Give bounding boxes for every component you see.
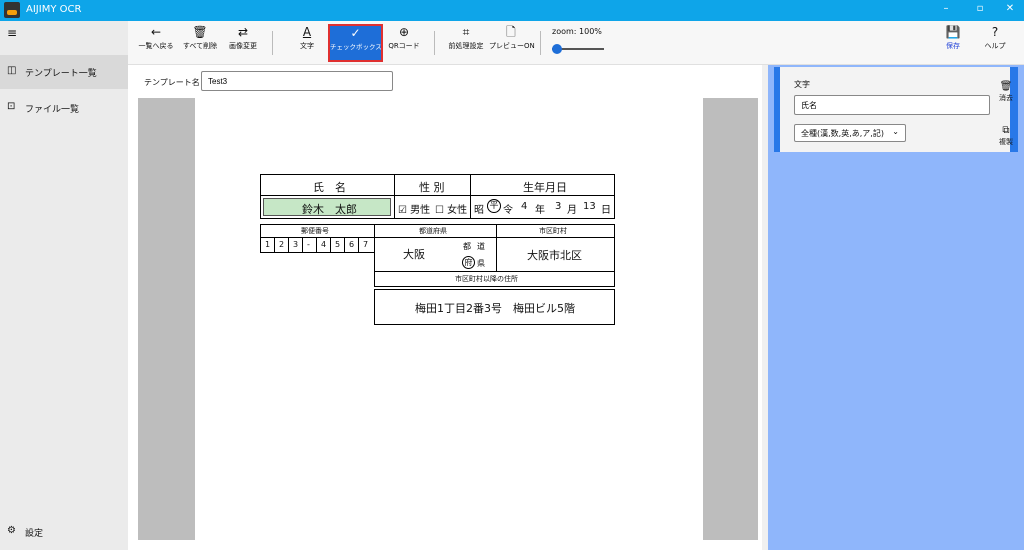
postal-digit: 4 xyxy=(316,237,331,253)
trash-icon: 🗑 xyxy=(192,25,208,39)
female-checkbox[interactable]: ☐ 女性 xyxy=(435,201,467,216)
birth-header-cell: 生年月日 xyxy=(470,174,615,196)
zoom-slider-thumb[interactable] xyxy=(552,44,562,54)
postal-digit: 1 xyxy=(260,237,275,253)
app-logo-icon xyxy=(4,2,20,18)
address-header-cell: 市区町村以降の住所 xyxy=(374,271,615,287)
hamburger-menu-icon[interactable]: ≡ xyxy=(7,27,19,39)
close-button[interactable]: ✕ xyxy=(1000,3,1020,17)
text-tool-button[interactable]: A 文字 xyxy=(292,25,322,61)
chevron-down-icon: ⌄ xyxy=(892,127,899,136)
name-field-highlight[interactable]: 鈴木 太郎 xyxy=(263,198,391,216)
save-button[interactable]: 💾 保存 xyxy=(940,25,966,61)
city-header-cell: 市区町村 xyxy=(496,224,615,238)
registration-form: 氏 名 性 別 生年月日 鈴木 太郎 ☑ 男性 ☐ 女性 昭 平 令 4 年 3 xyxy=(260,174,615,326)
postal-digit: 2 xyxy=(274,237,289,253)
field-properties-card: 文字 全種(漢,数,英,あ,ア,記) ⌄ 🗑 消去 ⧉ 複製 xyxy=(774,67,1018,152)
era-circle: 平 xyxy=(487,199,501,213)
city-value-cell: 大阪市北区 xyxy=(496,237,615,272)
sidebar-item-template-list[interactable]: ◫ テンプレート一覧 xyxy=(0,55,128,89)
document-canvas[interactable]: 氏 名 性 別 生年月日 鈴木 太郎 ☑ 男性 ☐ 女性 昭 平 令 4 年 3 xyxy=(138,98,758,540)
file-list-icon: ⊡ xyxy=(7,101,16,112)
copy-icon: ⧉ xyxy=(1002,125,1010,136)
address-value-cell: 梅田1丁目2番3号 梅田ビル5階 xyxy=(374,289,615,325)
field-name-input[interactable] xyxy=(794,95,990,115)
preview-toggle-button[interactable]: 🗋 プレビューON xyxy=(489,25,535,61)
restore-button[interactable]: ▫ xyxy=(970,3,990,17)
document-icon: 🗋 xyxy=(506,25,516,39)
sidebar-item-label: ファイル一覧 xyxy=(25,105,80,115)
globe-icon: ⊕ xyxy=(398,25,410,39)
toolbar-divider xyxy=(434,31,435,55)
help-button[interactable]: ? ヘルプ xyxy=(980,25,1010,61)
save-icon: 💾 xyxy=(945,25,961,39)
crop-icon: ⌗ xyxy=(462,25,470,39)
arrow-left-icon: ← xyxy=(150,25,162,39)
prefecture-header-cell: 都道府県 xyxy=(374,224,497,238)
gender-header-cell: 性 別 xyxy=(394,174,471,196)
template-list-icon: ◫ xyxy=(7,65,17,76)
sidebar-item-label: 設定 xyxy=(25,529,44,539)
editor-area: テンプレート名： 氏 名 性 別 生年月日 鈴木 太郎 ☑ 男性 ☐ 女性 昭 … xyxy=(128,65,762,550)
delete-all-button[interactable]: 🗑 すべて削除 xyxy=(181,25,219,61)
form-page: 氏 名 性 別 生年月日 鈴木 太郎 ☑ 男性 ☐ 女性 昭 平 令 4 年 3 xyxy=(195,98,703,540)
postal-digit: - xyxy=(302,237,317,253)
prefecture-value-cell: 大阪 都 道 府 県 xyxy=(374,237,497,272)
postal-digit: 6 xyxy=(344,237,359,253)
gender-value-cell: ☑ 男性 ☐ 女性 xyxy=(394,195,471,219)
male-checkbox[interactable]: ☑ 男性 xyxy=(398,201,430,216)
properties-panel: 文字 全種(漢,数,英,あ,ア,記) ⌄ 🗑 消去 ⧉ 複製 xyxy=(768,65,1024,550)
name-header-cell: 氏 名 xyxy=(260,174,395,196)
postal-digit: 5 xyxy=(330,237,345,253)
trash-icon: 🗑 xyxy=(999,81,1013,92)
help-icon: ? xyxy=(991,25,999,39)
change-image-button[interactable]: ⇄ 画像変更 xyxy=(224,25,262,61)
prefecture-circle: 府 xyxy=(462,256,475,269)
zoom-label: zoom: 100% xyxy=(552,27,602,36)
back-to-list-button[interactable]: ← 一覧へ戻る xyxy=(136,25,176,61)
gear-icon: ⚙ xyxy=(7,525,16,536)
app-title: AIJIMY OCR xyxy=(26,4,82,15)
toolbar-divider xyxy=(540,31,541,55)
sidebar-item-settings[interactable]: ⚙ 設定 xyxy=(0,515,128,549)
swap-icon: ⇄ xyxy=(237,25,249,39)
minimize-button[interactable]: – xyxy=(936,3,956,17)
checkbox-tool-button[interactable]: ✓ チェックボックス xyxy=(328,24,383,62)
char-type-select[interactable]: 全種(漢,数,英,あ,ア,記) ⌄ xyxy=(794,124,906,142)
toolbar-divider xyxy=(272,31,273,55)
qr-code-tool-button[interactable]: ⊕ QRコード xyxy=(387,25,421,61)
copy-field-button[interactable]: ⧉ 複製 xyxy=(996,125,1016,147)
template-name-label: テンプレート名： xyxy=(144,78,208,87)
postal-header-cell: 郵便番号 xyxy=(260,224,375,238)
postal-digit: 7 xyxy=(358,237,375,253)
preprocess-settings-button[interactable]: ⌗ 前処理設定 xyxy=(446,25,486,61)
title-bar: AIJIMY OCR – ▫ ✕ xyxy=(0,0,1024,21)
postal-digit: 3 xyxy=(288,237,303,253)
text-icon: A xyxy=(302,25,312,39)
birth-value-cell: 昭 平 令 4 年 3 月 13 日 xyxy=(470,195,615,219)
postal-digits: 1 2 3 - 4 5 6 7 xyxy=(260,237,375,253)
name-value-cell: 鈴木 太郎 xyxy=(260,195,395,219)
toolbar: ← 一覧へ戻る 🗑 すべて削除 ⇄ 画像変更 A 文字 ✓ チェックボックス ⊕… xyxy=(128,21,1024,65)
sidebar: ≡ ◫ テンプレート一覧 ⊡ ファイル一覧 ⚙ 設定 xyxy=(0,21,128,550)
delete-field-button[interactable]: 🗑 消去 xyxy=(996,81,1016,103)
sidebar-item-file-list[interactable]: ⊡ ファイル一覧 xyxy=(0,91,128,125)
field-type-title: 文字 xyxy=(794,80,810,89)
template-name-input[interactable] xyxy=(201,71,393,91)
sidebar-item-label: テンプレート一覧 xyxy=(25,69,97,79)
checkmark-icon: ✓ xyxy=(350,26,361,40)
